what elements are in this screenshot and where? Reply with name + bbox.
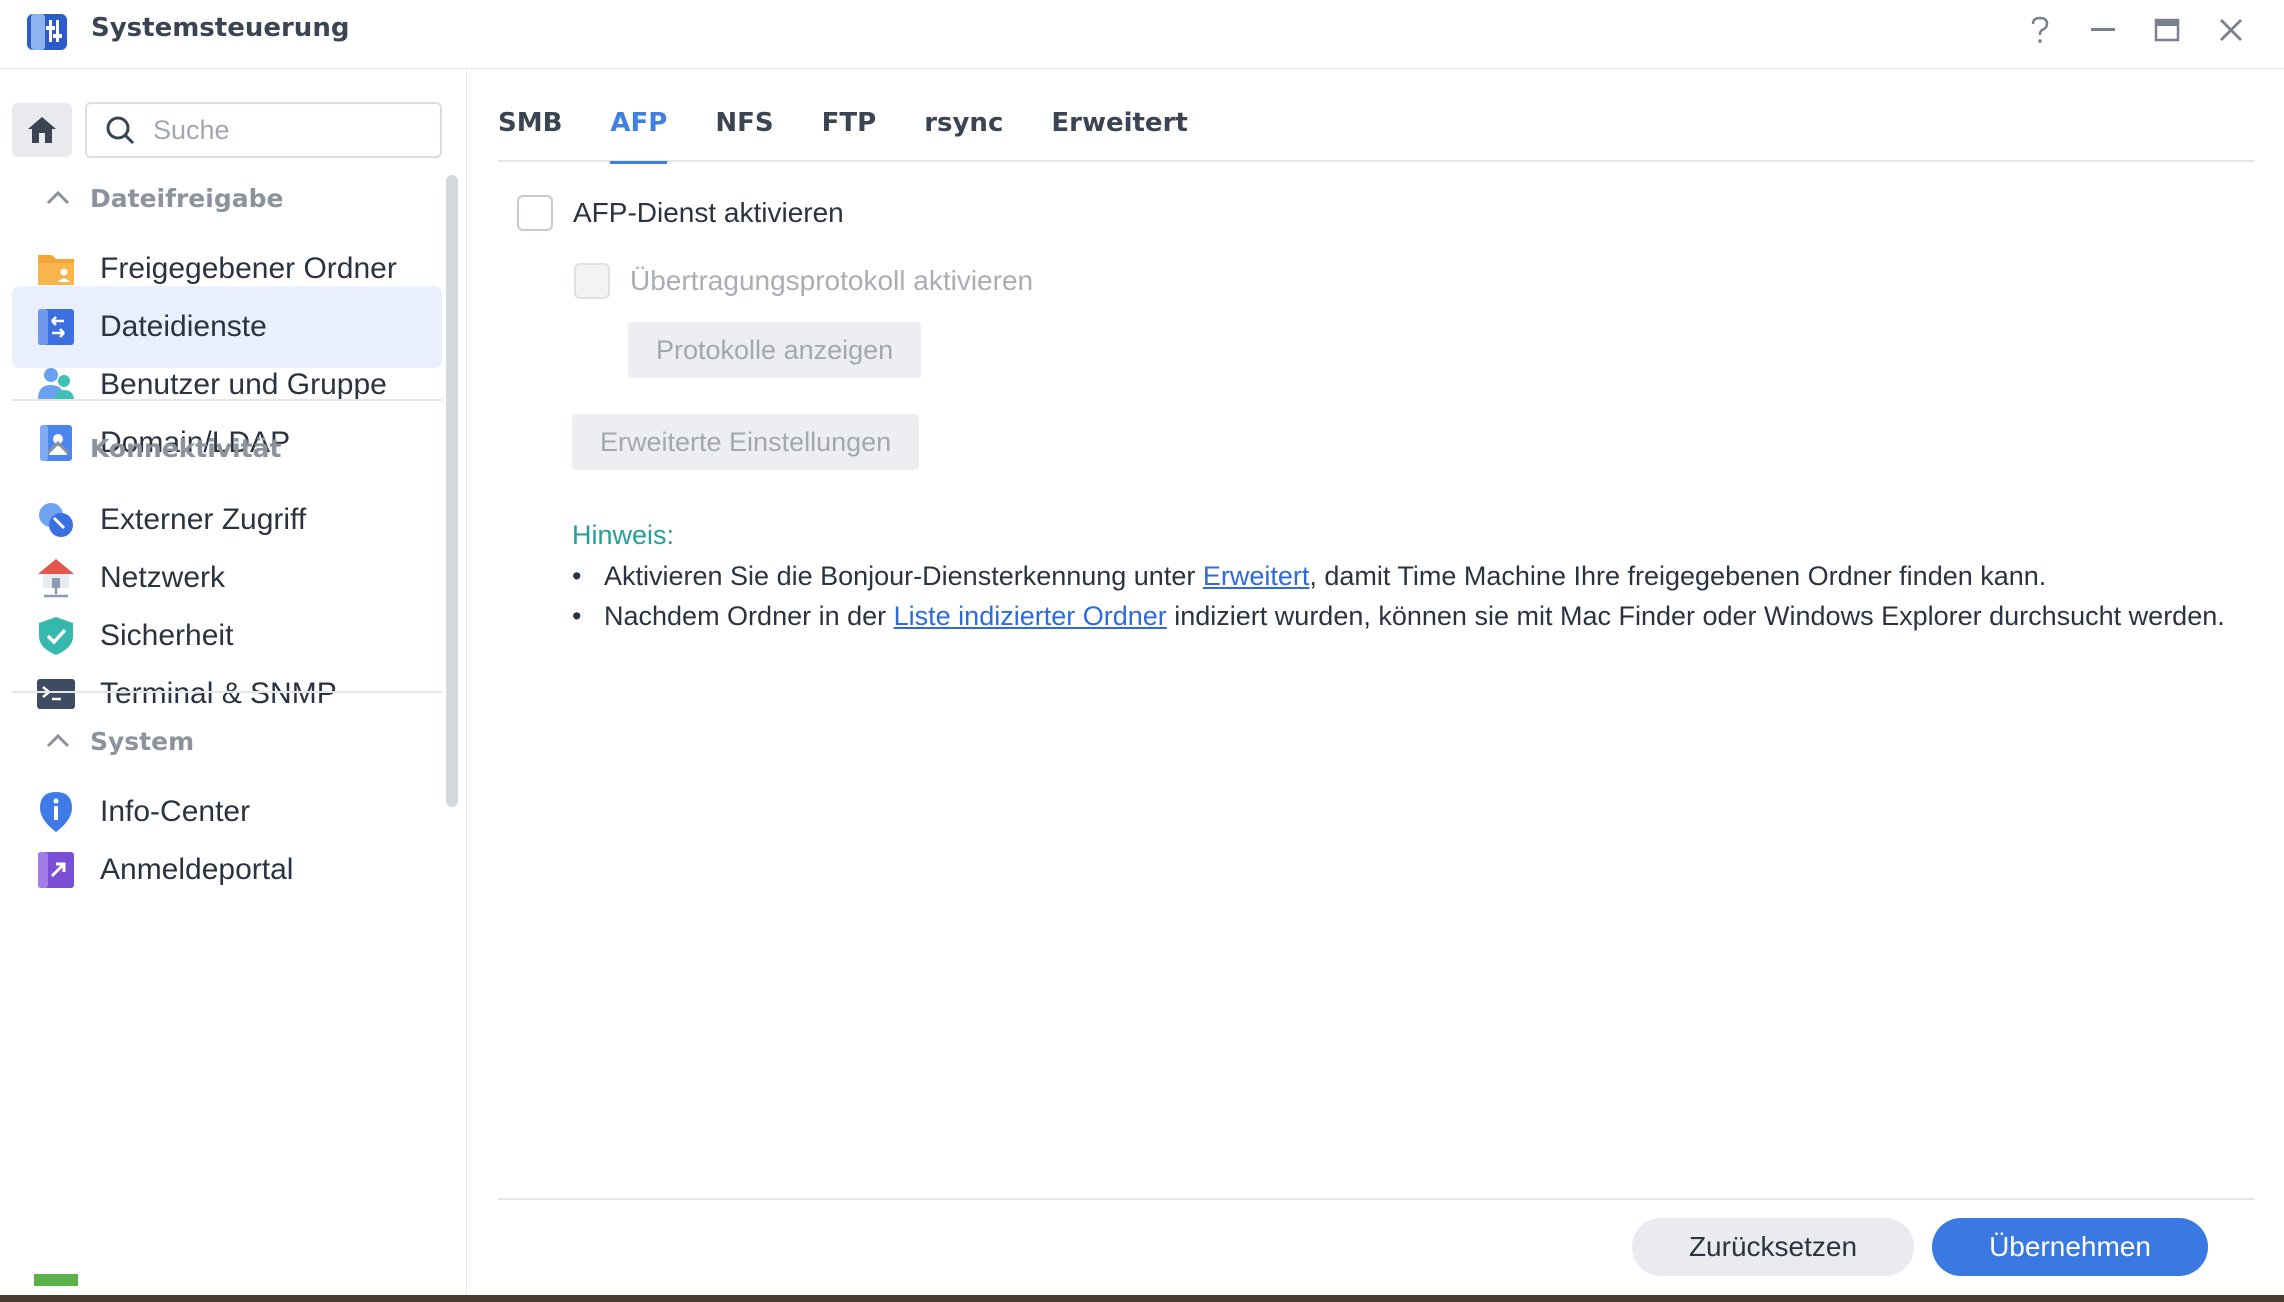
sidebar-item-login-portal[interactable]: Anmeldeportal xyxy=(12,829,442,911)
note-text-part: Aktivieren Sie die Bonjour-Diensterkennu… xyxy=(604,561,1203,591)
network-icon xyxy=(38,559,74,598)
search-box[interactable] xyxy=(85,102,442,158)
enable-afp-checkbox[interactable] xyxy=(517,195,553,231)
note-item: • Nachdem Ordner in der Liste indizierte… xyxy=(572,596,2252,636)
sidebar-item-label: Terminal & SNMP xyxy=(100,677,337,710)
search-input[interactable] xyxy=(153,114,433,146)
chevron-up-icon xyxy=(46,733,70,748)
search-icon xyxy=(106,116,135,145)
note-item: • Aktivieren Sie die Bonjour-Diensterken… xyxy=(572,556,2252,596)
external-access-icon xyxy=(39,503,73,537)
sidebar-scrollbar[interactable] xyxy=(446,175,458,807)
shared-folder-icon xyxy=(38,255,74,285)
sidebar-item-label: Freigegebener Ordner xyxy=(100,252,397,285)
tab-advanced[interactable]: Erweitert xyxy=(1051,100,1187,162)
info-center-icon xyxy=(40,792,72,832)
enable-transfer-log-row[interactable]: Übertragungsprotokoll aktivieren xyxy=(574,263,1033,299)
tab-smb[interactable]: SMB xyxy=(498,100,562,162)
bullet: • xyxy=(572,601,582,631)
reset-button[interactable]: Zurücksetzen xyxy=(1632,1218,1914,1276)
section-header-dateifreigabe[interactable]: Dateifreigabe xyxy=(40,178,283,218)
note-text-part: indiziert wurden, können sie mit Mac Fin… xyxy=(1166,601,2225,631)
tab-bar: SMB AFP NFS FTP rsync Erweitert xyxy=(498,100,2255,164)
section-title: Dateifreigabe xyxy=(90,183,284,213)
note-list: • Aktivieren Sie die Bonjour-Diensterken… xyxy=(572,556,2252,636)
close-icon[interactable] xyxy=(2211,12,2251,48)
home-icon xyxy=(28,117,56,143)
footer-divider xyxy=(498,1198,2255,1200)
sidebar-item-label: Info-Center xyxy=(100,795,251,828)
section-title: System xyxy=(90,726,195,756)
sidebar-item-label: Sicherheit xyxy=(100,619,234,652)
note-text-part: , damit Time Machine Ihre freigegebenen … xyxy=(1309,561,2047,591)
control-panel-app-icon xyxy=(27,14,67,50)
chevron-up-icon xyxy=(46,440,70,455)
advanced-settings-button[interactable]: Erweiterte Einstellungen xyxy=(572,414,920,470)
advanced-link[interactable]: Erweitert xyxy=(1203,561,1310,591)
section-title: Konnektivität xyxy=(90,433,282,463)
help-icon[interactable] xyxy=(2020,12,2060,48)
enable-afp-row[interactable]: AFP-Dienst aktivieren xyxy=(517,195,844,231)
enable-transfer-log-label: Übertragungsprotokoll aktivieren xyxy=(630,265,1034,296)
partial-item-icon xyxy=(34,1274,78,1286)
chevron-up-icon xyxy=(46,190,70,205)
apply-button[interactable]: Übernehmen xyxy=(1932,1218,2208,1276)
enable-transfer-log-checkbox[interactable] xyxy=(574,263,610,299)
section-header-konnektivitaet[interactable]: Konnektivität xyxy=(40,428,281,468)
control-panel-window: Systemsteuerung Suche Dateifreigabe Frei… xyxy=(0,0,2284,1295)
note-text-part: Nachdem Ordner in der xyxy=(604,601,894,631)
tab-rsync[interactable]: rsync xyxy=(924,100,1003,162)
note-text: Aktivieren Sie die Bonjour-Diensterkennu… xyxy=(604,556,2046,596)
tab-nfs[interactable]: NFS xyxy=(715,100,773,162)
security-shield-icon xyxy=(39,617,73,655)
section-header-system[interactable]: System xyxy=(40,721,194,761)
file-services-icon xyxy=(38,309,74,345)
maximize-icon[interactable] xyxy=(2147,12,2187,48)
sidebar-item-label: Externer Zugriff xyxy=(100,503,307,536)
note-text: Nachdem Ordner in der Liste indizierter … xyxy=(604,596,2225,636)
sidebar-item-label: Netzwerk xyxy=(100,561,226,594)
tab-ftp[interactable]: FTP xyxy=(822,100,877,162)
sidebar-divider xyxy=(12,399,442,401)
sidebar-item-label: Dateidienste xyxy=(100,310,267,343)
window-title: Systemsteuerung xyxy=(91,13,350,43)
enable-afp-label: AFP-Dienst aktivieren xyxy=(573,197,844,228)
main-panel: SMB AFP NFS FTP rsync Erweitert AFP-Dien… xyxy=(468,70,2284,1295)
title-bar: Systemsteuerung xyxy=(0,0,2284,69)
bullet: • xyxy=(572,561,582,591)
terminal-icon xyxy=(37,679,75,709)
note-title: Hinweis: xyxy=(572,520,675,550)
indexed-folders-link[interactable]: Liste indizierter Ordner xyxy=(894,601,1167,631)
show-logs-button[interactable]: Protokolle anzeigen xyxy=(628,322,922,378)
sidebar: Dateifreigabe Freigegebener Ordner Datei… xyxy=(0,70,467,1295)
home-button[interactable] xyxy=(12,103,72,157)
login-portal-icon xyxy=(38,852,74,888)
sidebar-item-label: Benutzer und Gruppe xyxy=(100,368,387,401)
tab-afp[interactable]: AFP xyxy=(610,100,667,164)
minimize-icon[interactable] xyxy=(2083,12,2123,48)
sidebar-item-label: Anmeldeportal xyxy=(100,853,294,886)
sidebar-divider xyxy=(12,691,442,693)
